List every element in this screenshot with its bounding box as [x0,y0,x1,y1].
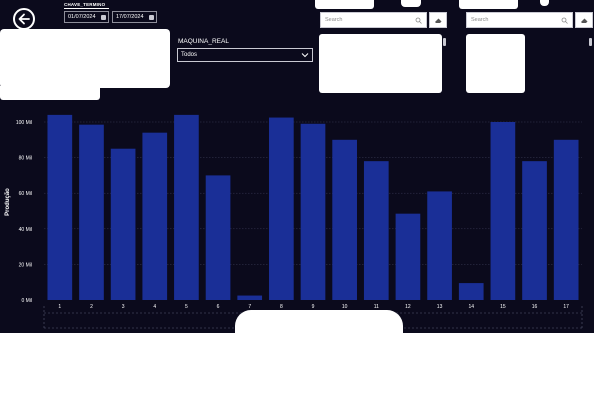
blank-header-tab [401,0,421,7]
start-date-value: 01/07/2024 [68,14,96,20]
x-tick-label: 15 [500,304,506,310]
blank-visual-panel-tab [0,86,100,100]
bar-1[interactable] [47,114,73,300]
bar-10[interactable] [332,139,357,300]
y-tick-label: 60 Mil [19,191,32,197]
x-tick-label: 5 [185,304,188,310]
end-date-input[interactable]: 17/07/2024 [112,11,157,23]
search-input[interactable]: Search [466,12,573,28]
x-tick-label: 14 [468,304,474,310]
right-slicer-list [466,34,525,93]
bar-3[interactable] [110,148,136,300]
bar-11[interactable] [363,161,389,300]
x-tick-label: 1 [58,304,61,310]
bar-14[interactable] [458,283,484,300]
blank-header-tab [315,0,374,9]
bar-15[interactable] [490,122,516,300]
search-icon [415,17,422,24]
y-axis-title: Produção [5,188,11,216]
eraser-icon [580,18,587,23]
x-tick-label: 3 [122,304,125,310]
date-title-underline [64,8,109,9]
y-tick-label: 80 Mil [19,156,32,162]
bar-9[interactable] [300,123,326,300]
search-icon [561,17,568,24]
chevron-down-icon [301,53,309,58]
bar-6[interactable] [205,175,231,300]
search-placeholder: Search [471,17,489,23]
blank-visual-panel [0,29,170,88]
scrollbar[interactable] [589,38,592,46]
machine-dropdown-value: Todos [181,52,198,58]
blank-bottom-tab [235,310,403,342]
bar-16[interactable] [522,161,547,300]
y-tick-label: 0 Mil [21,298,32,304]
back-arrow-icon [18,13,30,25]
bar-17[interactable] [553,139,579,300]
machine-dropdown[interactable]: Todos [177,48,313,62]
y-tick-label: 100 Mil [16,120,32,126]
left-slicer-list [319,34,442,93]
production-bar-chart: 0 Mil20 Mil40 Mil60 Mil80 Mil100 Mil1 2 3 4… [5,114,583,330]
blank-header-tab [459,0,518,9]
bar-5[interactable] [174,114,199,300]
eraser-icon [434,18,441,23]
calendar-icon [101,14,106,20]
scrollbar[interactable] [443,38,446,46]
y-tick-label: 20 Mil [19,262,32,268]
x-tick-label: 4 [153,304,156,310]
start-date-input[interactable]: 01/07/2024 [64,11,109,23]
search-placeholder: Search [325,17,343,23]
date-filter-title: CHAVE_TERMINO [64,2,106,7]
clear-selection-button[interactable] [575,12,593,28]
x-tick-label: 13 [437,304,443,310]
x-tick-label: 6 [217,304,220,310]
x-tick-label: 2 [90,304,93,310]
x-tick-label: 12 [405,304,411,310]
bar-4[interactable] [142,132,168,300]
end-date-value: 17/07/2024 [116,14,144,20]
bar-8[interactable] [269,117,294,300]
machine-filter-title: MAQUINA_REAL [178,38,229,45]
y-tick-label: 40 Mil [19,227,32,233]
back-button[interactable] [13,8,35,30]
clear-selection-button[interactable] [429,12,447,28]
search-input[interactable]: Search [320,12,427,28]
bar-7[interactable] [237,295,263,300]
x-tick-label: 17 [563,304,569,310]
bar-2[interactable] [79,124,104,300]
calendar-icon [149,14,154,20]
bar-13[interactable] [427,191,452,300]
bar-12[interactable] [395,213,421,300]
x-tick-label: 16 [532,304,538,310]
